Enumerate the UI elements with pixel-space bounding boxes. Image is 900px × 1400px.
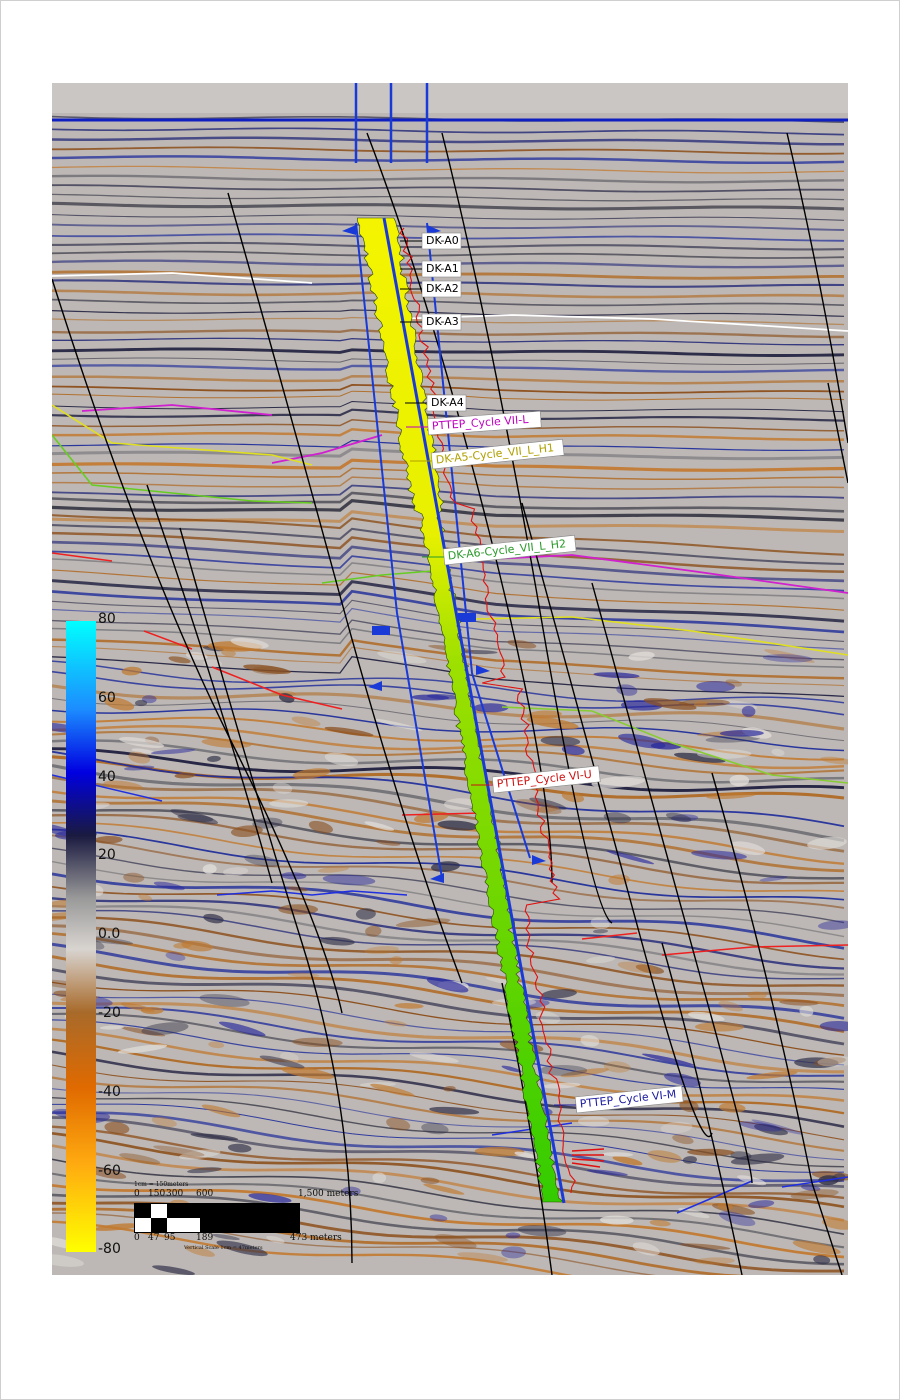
- horizon-label: DK-A3: [421, 313, 462, 331]
- scale-bottom-tick: 95: [164, 1233, 176, 1243]
- seismic-blob: [505, 1232, 521, 1239]
- horizon-label: DK-A1: [421, 260, 462, 278]
- scale-top-tick: 1,500 meters: [298, 1189, 359, 1199]
- colorbar-tick-label: -40: [98, 1083, 121, 1100]
- horizon-label: DK-A2: [421, 280, 462, 298]
- well-marker: [458, 613, 476, 622]
- colorbar-tick-label: 0.0: [98, 926, 121, 943]
- scale-bottom-tick: 189: [196, 1233, 214, 1243]
- seismic-section: DK-A0DK-A1DK-A2DK-A3DK-A4PTTEP_Cycle VII…: [52, 83, 848, 1275]
- scale-header: 1cm = 150meters: [134, 1181, 189, 1188]
- scale-top-ticks: 0 150 300 600 1,500 meters: [130, 1189, 370, 1201]
- colorbar-ticks: 80 60 40 20 0.0 -20 -40 -60 -80: [98, 611, 138, 1271]
- scale-bar-graphic: [134, 1203, 300, 1233]
- horizon-label: DK-A4: [426, 394, 467, 412]
- horizon-label-text: DK-A3: [426, 315, 459, 328]
- scale-top-tick: 300: [166, 1189, 184, 1199]
- scale-footer: Vertical Scale 1cm = 47meters: [184, 1245, 263, 1251]
- colorbar-tick-label: 80: [98, 611, 116, 627]
- scale-bottom-tick: 47: [148, 1233, 160, 1243]
- horizon-label-text: DK-A4: [431, 396, 464, 409]
- colorbar: [66, 621, 96, 1252]
- scale-top-tick: 0: [134, 1189, 140, 1199]
- colorbar-tick-label: -20: [98, 1005, 121, 1021]
- scale-bottom-tick: 473 meters: [290, 1233, 342, 1243]
- seismic-blob: [729, 774, 750, 787]
- horizon-label-text: DK-A0: [426, 234, 459, 247]
- scale-bar: 1cm = 150meters 0 150 300 600 1,500 meters 0…: [130, 1181, 370, 1251]
- horizon-label-text: DK-A2: [426, 282, 459, 295]
- scale-top-tick: 600: [196, 1189, 214, 1199]
- colorbar-tick-label: -60: [98, 1162, 121, 1179]
- colorbar-tick-label: 20: [98, 847, 116, 864]
- colorbar-tick-label: 60: [98, 689, 116, 706]
- seismic-blob: [372, 1172, 387, 1184]
- well-marker: [372, 626, 390, 635]
- horizon-label: DK-A0: [421, 232, 462, 250]
- colorbar-tick-label: -80: [98, 1241, 121, 1258]
- seismic-section-panel: DK-A0 DK-A1 DK-A2 DK-A3 DK-A4 PTTEP_Cycle VII…: [52, 83, 848, 1275]
- colorbar-tick-label: 40: [98, 768, 116, 785]
- seismic-blob: [278, 904, 319, 915]
- scale-bottom-tick: 0: [134, 1233, 140, 1243]
- scale-bottom-ticks: 0 47 95 189 473 meters: [130, 1233, 370, 1245]
- scale-top-tick: 150: [148, 1189, 166, 1199]
- horizon-label-text: DK-A1: [426, 262, 459, 275]
